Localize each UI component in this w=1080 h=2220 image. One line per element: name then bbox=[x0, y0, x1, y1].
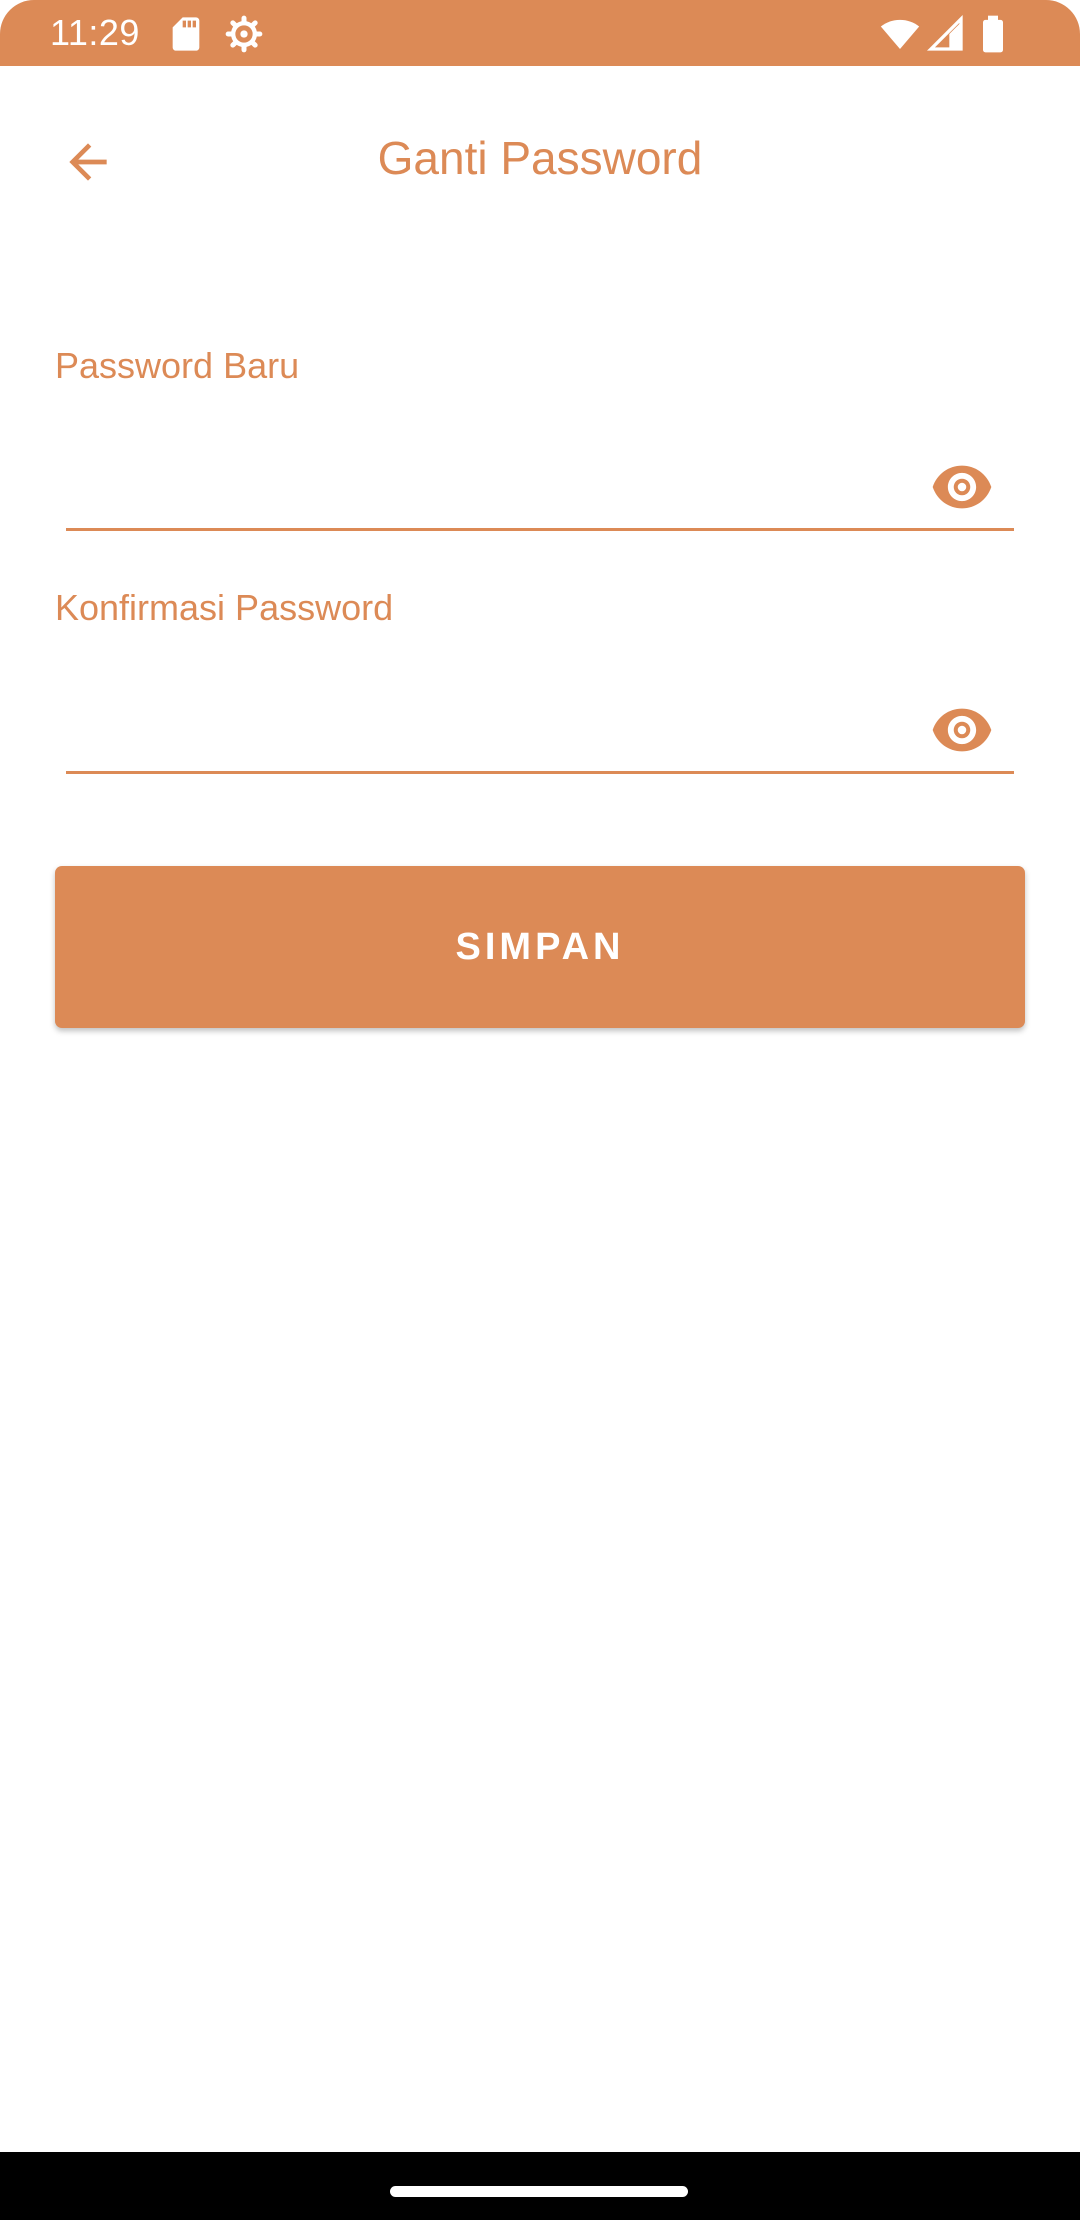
change-password-screen: 11:29 Ganti Password Password Baru Konfi… bbox=[0, 0, 1080, 2220]
new-password-field bbox=[66, 448, 1014, 531]
confirm-password-input[interactable] bbox=[66, 691, 926, 769]
eye-icon[interactable] bbox=[930, 705, 994, 755]
battery-icon bbox=[976, 14, 1010, 54]
navigation-bar bbox=[0, 2152, 1080, 2220]
signal-icon bbox=[926, 14, 966, 54]
settings-gear-icon bbox=[224, 14, 264, 54]
confirm-password-field bbox=[66, 691, 1014, 774]
sd-card-icon bbox=[166, 14, 206, 54]
new-password-label: Password Baru bbox=[55, 345, 300, 386]
status-time: 11:29 bbox=[50, 12, 140, 53]
app-toolbar: Ganti Password bbox=[0, 66, 1080, 256]
page-title: Ganti Password bbox=[377, 132, 703, 184]
eye-icon[interactable] bbox=[930, 462, 994, 512]
save-button[interactable]: SIMPAN bbox=[55, 866, 1025, 1028]
confirm-password-label: Konfirmasi Password bbox=[55, 587, 394, 628]
home-indicator[interactable] bbox=[390, 2186, 688, 2197]
status-bar: 11:29 bbox=[0, 0, 1080, 66]
wifi-icon bbox=[878, 14, 922, 54]
new-password-input[interactable] bbox=[66, 448, 926, 526]
